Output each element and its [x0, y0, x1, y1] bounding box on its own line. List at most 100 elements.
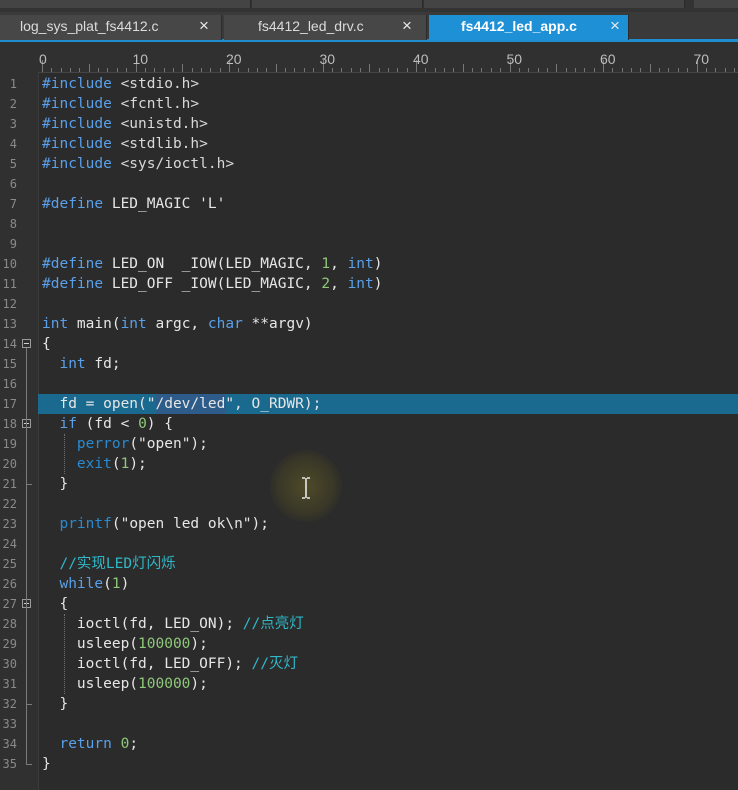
line-number: 31	[2, 677, 17, 691]
code-token: //实现LED灯闪烁	[59, 556, 176, 572]
line-number: 10	[2, 257, 17, 271]
code-token: #define	[42, 276, 112, 292]
code-token: <unistd.h>	[120, 116, 208, 132]
code-line: exit(1);	[42, 454, 147, 474]
code-editor[interactable]: 1 #include <stdio.h> 2 #include <fcntl.h> 3 #…	[0, 72, 738, 790]
ruler-tick	[649, 64, 651, 72]
code-token: }	[42, 476, 69, 492]
code-token: 0	[120, 736, 130, 752]
code-token: ioctl(fd, LED_OFF);	[42, 656, 252, 672]
code-token: int	[59, 356, 95, 372]
line-number: 24	[2, 537, 17, 551]
code-token: ,	[330, 276, 348, 292]
code-token: return	[59, 736, 121, 752]
ruler-tick	[88, 64, 90, 72]
code-token: #include	[42, 156, 121, 172]
code-line: #define LED_MAGIC 'L'	[42, 194, 225, 214]
line-number: 21	[2, 477, 17, 491]
close-icon[interactable]: ×	[402, 16, 412, 36]
close-icon[interactable]: ×	[199, 16, 209, 36]
tab-log-sys-plat[interactable]: log_sys_plat_fs4412.c ×	[0, 15, 222, 40]
code-line: fd = open("/dev/led", O_RDWR);	[42, 394, 321, 414]
code-token: LED_OFF _IOW(LED_MAGIC,	[111, 276, 322, 292]
code-line: //实现LED灯闪烁	[42, 554, 176, 574]
tab-label: fs4412_led_app.c	[461, 18, 577, 34]
code-token: usleep(	[42, 676, 139, 692]
ruler-label: 70	[693, 51, 710, 67]
line-number: 33	[2, 717, 17, 731]
fold-end	[26, 484, 32, 485]
code-token: 1	[111, 576, 121, 592]
line-number: 6	[9, 177, 17, 191]
line-number: 27	[2, 597, 17, 611]
line-number: 35	[2, 757, 17, 771]
ruler-label: 10	[132, 51, 149, 67]
code-line: #include <stdio.h>	[42, 74, 199, 94]
code-line: {	[42, 334, 51, 354]
code-token: 0	[138, 416, 147, 432]
strip-segment	[0, 0, 251, 8]
line-number: 25	[2, 557, 17, 571]
line-number: 16	[2, 377, 17, 391]
code-line: usleep(100000);	[42, 634, 208, 654]
code-token: ioctl(fd, LED_ON);	[42, 616, 243, 632]
code-token: int	[347, 256, 374, 272]
code-token: fd = open("/dev/led", O_RDWR);	[42, 396, 322, 412]
code-line: int main(int argc, char **argv)	[42, 314, 313, 334]
code-token: #include	[42, 136, 121, 152]
ruler-tick	[462, 64, 464, 72]
code-token: 1	[321, 256, 331, 272]
line-number: 5	[9, 157, 17, 171]
fold-toggle-icon[interactable]	[22, 339, 31, 348]
line-number: 2	[9, 97, 17, 111]
line-number: 8	[9, 217, 17, 231]
close-icon[interactable]: ×	[610, 16, 620, 36]
ruler-tick	[369, 64, 371, 72]
tab-label: log_sys_plat_fs4412.c	[20, 18, 159, 34]
top-window-strip	[0, 0, 738, 12]
code-token: perror	[76, 436, 130, 452]
code-line: int fd;	[42, 354, 120, 374]
fold-line	[26, 608, 27, 704]
code-token: {	[42, 336, 51, 352]
code-token: int	[347, 276, 374, 292]
code-token: usleep(	[42, 636, 139, 652]
code-token: (	[103, 576, 112, 592]
code-token: ("open led ok\n");	[111, 516, 269, 532]
code-token: }	[42, 696, 69, 712]
line-number: 19	[2, 437, 17, 451]
tab-bar: log_sys_plat_fs4412.c × fs4412_led_drv.c…	[0, 12, 738, 42]
code-token: if	[59, 416, 86, 432]
line-number: 12	[2, 297, 17, 311]
code-line: #include <unistd.h>	[42, 114, 208, 134]
code-token: main(	[76, 316, 121, 332]
code-token: ("open");	[129, 436, 208, 452]
line-number: 4	[9, 137, 17, 151]
code-token: <sys/ioctl.h>	[120, 156, 235, 172]
tab-fs4412-led-drv[interactable]: fs4412_led_drv.c ×	[224, 15, 427, 40]
code-line: return 0;	[42, 734, 138, 754]
tab-fs4412-led-app[interactable]: fs4412_led_app.c ×	[429, 15, 629, 40]
ruler-label: 40	[413, 51, 429, 67]
code-token: )	[120, 576, 130, 592]
code-token: printf	[59, 516, 112, 532]
code-token: ) {	[146, 416, 173, 432]
code-line: usleep(100000);	[42, 674, 208, 694]
fold-end	[26, 704, 32, 705]
code-line: #define LED_ON _IOW(LED_MAGIC, 1, int)	[42, 254, 383, 274]
line-number: 23	[2, 517, 17, 531]
code-token: <stdio.h>	[120, 76, 200, 92]
code-token: );	[129, 456, 147, 472]
line-number: 17	[2, 397, 17, 411]
ruler-tick	[556, 64, 558, 72]
ruler-label: 60	[600, 51, 616, 67]
line-number: 26	[2, 577, 17, 591]
code-token: #include	[42, 116, 121, 132]
strip-segment	[424, 0, 685, 8]
ruler-tick	[182, 64, 184, 72]
ibeam-cursor-icon	[302, 477, 310, 499]
